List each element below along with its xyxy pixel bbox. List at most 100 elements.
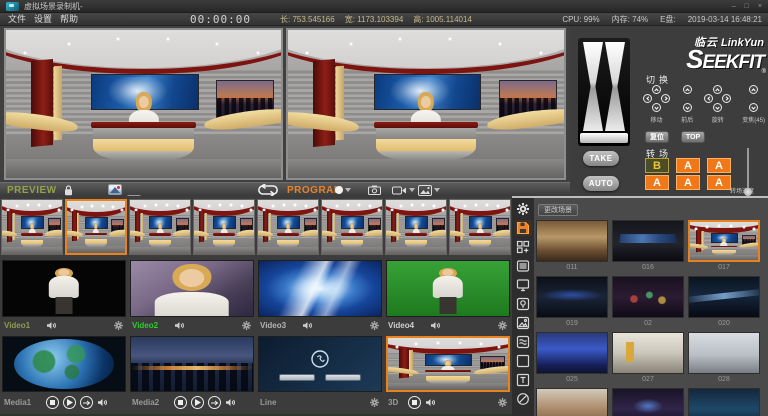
t-bar-fader[interactable] xyxy=(578,38,630,146)
lock-icon[interactable] xyxy=(64,183,73,197)
angle-thumb[interactable] xyxy=(385,199,447,255)
speaker-icon[interactable] xyxy=(97,398,108,407)
overlay-image-icon[interactable] xyxy=(108,184,122,195)
change-scene-button[interactable]: 更改场景 xyxy=(538,204,578,216)
gear-icon[interactable] xyxy=(241,320,252,331)
t-bar-handle[interactable] xyxy=(580,133,628,143)
frame-icon[interactable] xyxy=(515,353,532,369)
video1-thumb[interactable] xyxy=(2,260,126,317)
line-thumb[interactable] xyxy=(258,336,382,392)
rotate-up-button[interactable] xyxy=(713,85,722,94)
rotate-left-button[interactable] xyxy=(704,94,713,103)
angle-thumb[interactable] xyxy=(449,199,511,255)
video2-thumb[interactable] xyxy=(130,260,254,317)
mobile-connect-button[interactable] xyxy=(325,374,362,381)
angle-thumb-selected[interactable] xyxy=(65,199,127,255)
scene-thumb-selected[interactable] xyxy=(688,220,760,262)
scene-thumb[interactable] xyxy=(688,276,760,318)
scene-thumb[interactable] xyxy=(612,220,684,262)
gear-icon[interactable] xyxy=(497,397,508,408)
speaker-icon[interactable] xyxy=(430,321,441,330)
record-button[interactable] xyxy=(335,183,351,197)
disable-icon[interactable] xyxy=(515,391,532,407)
speaker-icon[interactable] xyxy=(46,321,57,330)
settings-gear-icon[interactable] xyxy=(515,201,532,217)
stop-button[interactable] xyxy=(408,396,421,409)
save-icon[interactable] xyxy=(515,220,532,236)
next-button[interactable] xyxy=(208,396,221,409)
speaker-icon[interactable] xyxy=(425,398,436,407)
scene-thumb[interactable] xyxy=(536,276,608,318)
media1-thumb[interactable] xyxy=(2,336,126,392)
angle-thumb[interactable] xyxy=(321,199,383,255)
gear-icon[interactable] xyxy=(113,320,124,331)
menu-settings[interactable]: 设置 xyxy=(30,13,56,26)
speaker-icon[interactable] xyxy=(174,321,185,330)
gear-icon[interactable] xyxy=(497,320,508,331)
maximize-button[interactable]: □ xyxy=(745,0,749,13)
scene-thumb[interactable] xyxy=(536,332,608,374)
stop-button[interactable] xyxy=(46,396,59,409)
video3-thumb[interactable] xyxy=(258,260,382,317)
next-button[interactable] xyxy=(80,396,93,409)
scene-thumb[interactable] xyxy=(612,388,684,416)
menu-file[interactable]: 文件 xyxy=(4,13,30,26)
text-tool-icon[interactable] xyxy=(515,372,532,388)
move-up-button[interactable] xyxy=(652,85,661,94)
transition-a-button[interactable]: A xyxy=(707,158,731,173)
stop-button[interactable] xyxy=(174,396,187,409)
layers-icon[interactable] xyxy=(515,334,532,350)
transition-b-button[interactable]: B xyxy=(645,158,669,173)
top-button[interactable]: TOP xyxy=(681,131,705,143)
gear-icon[interactable] xyxy=(369,397,380,408)
scene-thumb[interactable] xyxy=(612,276,684,318)
phone-connect-button[interactable] xyxy=(279,374,316,381)
speaker-icon[interactable] xyxy=(225,398,236,407)
transition-a-button[interactable]: A xyxy=(676,175,700,190)
scene-thumb[interactable] xyxy=(688,388,760,416)
3d-thumb-selected[interactable] xyxy=(386,336,510,392)
gear-icon[interactable] xyxy=(369,320,380,331)
scene-thumb[interactable] xyxy=(536,220,608,262)
video4-thumb[interactable] xyxy=(386,260,510,317)
reset-button[interactable]: 复位 xyxy=(645,131,669,143)
picture-output-icon[interactable] xyxy=(418,183,440,197)
scene-thumb[interactable] xyxy=(536,388,608,416)
video-capture-icon[interactable] xyxy=(392,183,415,197)
image-icon[interactable] xyxy=(515,315,532,331)
angle-thumb[interactable] xyxy=(1,199,63,255)
move-down-button[interactable] xyxy=(652,103,661,112)
transition-a-button[interactable]: A xyxy=(676,158,700,173)
play-button[interactable] xyxy=(63,396,76,409)
angle-thumb[interactable] xyxy=(129,199,191,255)
transition-a-button[interactable]: A xyxy=(707,175,731,190)
rotate-down-button[interactable] xyxy=(713,103,722,112)
list-icon[interactable] xyxy=(515,258,532,274)
transition-a-button[interactable]: A xyxy=(645,175,669,190)
move-right-button[interactable] xyxy=(661,94,670,103)
minimize-button[interactable]: – xyxy=(732,0,736,13)
menu-help[interactable]: 帮助 xyxy=(56,13,82,26)
zoom-out-button[interactable] xyxy=(749,103,758,112)
angle-thumb[interactable] xyxy=(257,199,319,255)
backward-button[interactable] xyxy=(683,103,692,112)
zoom-in-button[interactable] xyxy=(749,85,758,94)
forward-button[interactable] xyxy=(683,85,692,94)
scene-thumb[interactable] xyxy=(688,332,760,374)
layout-grid-icon[interactable] xyxy=(515,239,532,255)
monitor-icon[interactable] xyxy=(515,277,532,293)
scene-library-panel: 更改场景 011 016 017 019 02 020 025 027 028 xyxy=(512,196,768,416)
rotate-right-button[interactable] xyxy=(722,94,731,103)
close-button[interactable]: × xyxy=(758,0,762,13)
swap-transition-icon[interactable] xyxy=(253,183,283,197)
play-button[interactable] xyxy=(191,396,204,409)
move-left-button[interactable] xyxy=(643,94,652,103)
take-button[interactable]: TAKE xyxy=(583,151,619,166)
angle-thumb[interactable] xyxy=(193,199,255,255)
snapshot-camera-icon[interactable] xyxy=(368,183,381,197)
speaker-icon[interactable] xyxy=(302,321,313,330)
scene-thumb[interactable] xyxy=(612,332,684,374)
media2-thumb[interactable] xyxy=(130,336,254,392)
light-icon[interactable] xyxy=(515,296,532,312)
auto-button[interactable]: AUTO xyxy=(583,176,619,191)
